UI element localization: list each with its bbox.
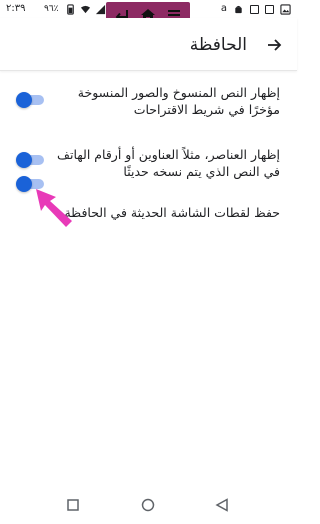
square-icon: [67, 499, 79, 511]
setting-label: حفظ لقطات الشاشة الحديثة في الحافظة: [64, 205, 280, 220]
setting-label: إظهار العناصر، مثلاً العناوين أو أرقام ا…: [57, 147, 280, 179]
setting-row-suggestions[interactable]: إظهار النص المنسوخ والصور المنسوخة مؤخرً…: [0, 84, 297, 128]
setting-label: إظهار النص المنسوخ والصور المنسوخة مؤخرً…: [77, 85, 280, 117]
pointer-arrow-icon: [36, 189, 72, 227]
wifi-icon: [80, 5, 90, 13]
arrow-icon: [268, 39, 282, 51]
notification-icon: [250, 4, 259, 14]
status-notification-icons: a: [221, 2, 291, 16]
toggle-entities[interactable]: [16, 152, 44, 168]
status-system-icons: ٩٦٪: [44, 2, 106, 16]
app-bar: الحافظة: [0, 18, 297, 71]
toggle-suggestions[interactable]: [16, 92, 44, 108]
system-nav-bar: [0, 486, 297, 524]
status-time: ٢:٣٩: [6, 3, 26, 14]
android-icon: [235, 5, 242, 13]
triangle-icon: [215, 498, 228, 512]
back-button[interactable]: [261, 32, 287, 58]
battery-level: ٩٦٪: [44, 4, 59, 14]
page-title: الحافظة: [189, 35, 247, 55]
cell-signal-icon: [95, 4, 105, 14]
battery-icon: [66, 3, 74, 15]
notification-icon: [265, 4, 274, 14]
recents-button[interactable]: [64, 496, 82, 514]
back-nav-button[interactable]: [213, 496, 231, 514]
toggle-thumb: [16, 176, 32, 192]
setting-row-entities[interactable]: إظهار العناصر، مثلاً العناوين أو أرقام ا…: [0, 146, 297, 190]
home-nav-button[interactable]: [139, 496, 157, 514]
image-icon: [280, 3, 291, 15]
amazon-icon: a: [220, 3, 227, 14]
circle-icon: [141, 498, 155, 512]
toggle-thumb: [16, 152, 32, 168]
toggle-thumb: [16, 92, 32, 108]
